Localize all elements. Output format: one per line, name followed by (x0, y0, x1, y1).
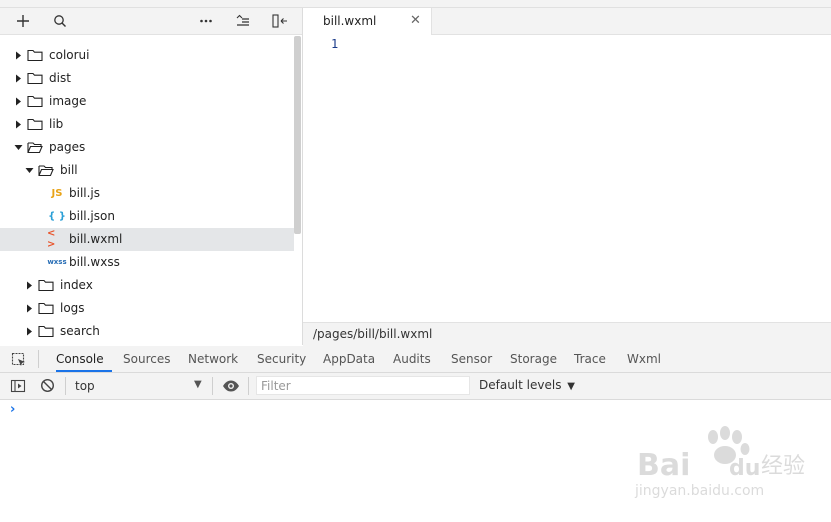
dropdown-arrow-icon: ▼ (567, 381, 575, 392)
chevron-down-icon[interactable] (13, 142, 23, 152)
tree-item-label: pages (49, 140, 86, 154)
close-icon[interactable]: ✕ (410, 13, 421, 28)
tree-item-lib[interactable]: lib (0, 113, 294, 136)
watermark-brand: Bai (637, 448, 690, 483)
console-prompt-icon: › (10, 402, 16, 417)
context-value: top (75, 379, 95, 393)
tree-item-bill-js[interactable]: JS bill.js (0, 182, 294, 205)
filter-field[interactable] (256, 376, 470, 395)
inspect-element-icon[interactable] (11, 352, 27, 371)
folder-icon (27, 117, 43, 131)
tab-sources[interactable]: Sources (123, 346, 170, 372)
search-icon[interactable] (51, 12, 69, 30)
chevron-right-icon[interactable] (24, 280, 34, 290)
tree-item-label: bill.wxml (69, 232, 123, 246)
tree-item-label: index (60, 278, 93, 292)
folder-icon (38, 278, 54, 292)
tab-security[interactable]: Security (257, 346, 306, 372)
tree-item-pages[interactable]: pages (0, 136, 294, 159)
tree-item-label: image (49, 94, 87, 108)
chevron-right-icon[interactable] (13, 119, 23, 129)
tree-item-bill-json[interactable]: { } bill.json (0, 205, 294, 228)
log-levels-dropdown[interactable]: Default levels ▼ (479, 378, 575, 392)
folder-open-icon (38, 163, 54, 177)
explorer-scrollbar[interactable] (294, 36, 301, 234)
folder-icon (38, 324, 54, 338)
folder-icon (27, 94, 43, 108)
json-file-icon: { } (48, 210, 66, 222)
folder-icon (38, 301, 54, 315)
chevron-right-icon[interactable] (13, 96, 23, 106)
tree-item-label: bill.wxss (69, 255, 120, 269)
tab-sensor[interactable]: Sensor (451, 346, 492, 372)
tree-item-label: bill.json (69, 209, 115, 223)
watermark-brand2: du (729, 456, 760, 481)
tab-network[interactable]: Network (188, 346, 238, 372)
window-top-strip (0, 0, 831, 8)
tree-item-search[interactable]: search (0, 320, 294, 343)
tree-item-bill-wxml[interactable]: < > bill.wxml (0, 228, 294, 251)
file-explorer: colorui dist image lib pages bill JS bill.js{ }… (0, 8, 303, 345)
tab-appdata[interactable]: AppData (323, 346, 375, 372)
baidu-jingyan-watermark: Bai du 经验 jingyan.baidu.com (633, 425, 831, 519)
tree-item-dist[interactable]: dist (0, 67, 294, 90)
tree-item-bill-wxss[interactable]: wxss bill.wxss (0, 251, 294, 274)
editor-status-bar: /pages/bill/bill.wxml (303, 322, 831, 346)
chevron-right-icon[interactable] (24, 326, 34, 336)
filter-input[interactable] (261, 378, 465, 393)
tab-audits[interactable]: Audits (393, 346, 431, 372)
tree-item-index[interactable]: index (0, 274, 294, 297)
eye-icon[interactable] (222, 379, 240, 396)
toolbar-divider (65, 377, 66, 395)
tree-item-label: search (60, 324, 100, 338)
tree-item-label: logs (60, 301, 85, 315)
code-editor: bill.wxml ✕ 1 /pages/bill/bill.wxml (303, 8, 831, 346)
chevron-right-icon[interactable] (24, 303, 34, 313)
tree-item-colorui[interactable]: colorui (0, 44, 294, 67)
tree-item-image[interactable]: image (0, 90, 294, 113)
dropdown-arrow-icon: ▼ (194, 379, 202, 390)
wxss-file-icon: wxss (47, 258, 67, 266)
more-horizontal-icon[interactable] (197, 12, 215, 30)
plus-icon[interactable] (14, 12, 32, 30)
tab-console[interactable]: Console (56, 346, 112, 372)
folder-icon (27, 71, 43, 85)
tab-bill-wxml[interactable]: bill.wxml ✕ (303, 8, 432, 35)
devtools-tab-bar: Console Sources Network Security AppData Audi… (0, 346, 831, 373)
clear-console-icon[interactable] (40, 378, 55, 396)
sort-icon[interactable] (234, 12, 252, 30)
watermark-cn: 经验 (761, 454, 805, 479)
wxml-file-icon: < > (47, 228, 56, 250)
tab-storage[interactable]: Storage (510, 346, 557, 372)
tree-item-logs[interactable]: logs (0, 297, 294, 320)
chevron-right-icon[interactable] (13, 50, 23, 60)
tab-wxml[interactable]: Wxml (627, 346, 661, 372)
sidebar-toggle-icon[interactable] (10, 378, 26, 397)
folder-icon (27, 48, 43, 62)
line-number: 1 (331, 37, 339, 51)
tree-item-label: lib (49, 117, 64, 131)
tab-trace[interactable]: Trace (574, 346, 606, 372)
log-levels-label: Default levels (479, 378, 562, 392)
chevron-right-icon[interactable] (13, 73, 23, 83)
toolbar-divider (248, 377, 249, 395)
chevron-down-icon[interactable] (24, 165, 34, 175)
toolbar-divider (38, 350, 39, 368)
file-path: /pages/bill/bill.wxml (313, 327, 433, 341)
js-file-icon: JS (51, 187, 63, 199)
tab-label: bill.wxml (323, 14, 377, 28)
console-toolbar: top ▼ Default levels ▼ (0, 373, 831, 400)
tree-item-label: bill.js (69, 186, 101, 200)
tree-item-label: bill (60, 163, 78, 177)
tree-item-label: dist (49, 71, 71, 85)
context-select[interactable]: top ▼ (70, 376, 210, 396)
watermark-url: jingyan.baidu.com (634, 483, 764, 499)
tree-item-label: colorui (49, 48, 90, 62)
explorer-toolbar (0, 8, 302, 35)
folder-open-icon (27, 140, 43, 154)
editor-tab-bar: bill.wxml ✕ (303, 8, 831, 35)
toolbar-divider (212, 377, 213, 395)
tree-item-bill[interactable]: bill (0, 159, 294, 182)
collapse-icon[interactable] (271, 12, 289, 30)
